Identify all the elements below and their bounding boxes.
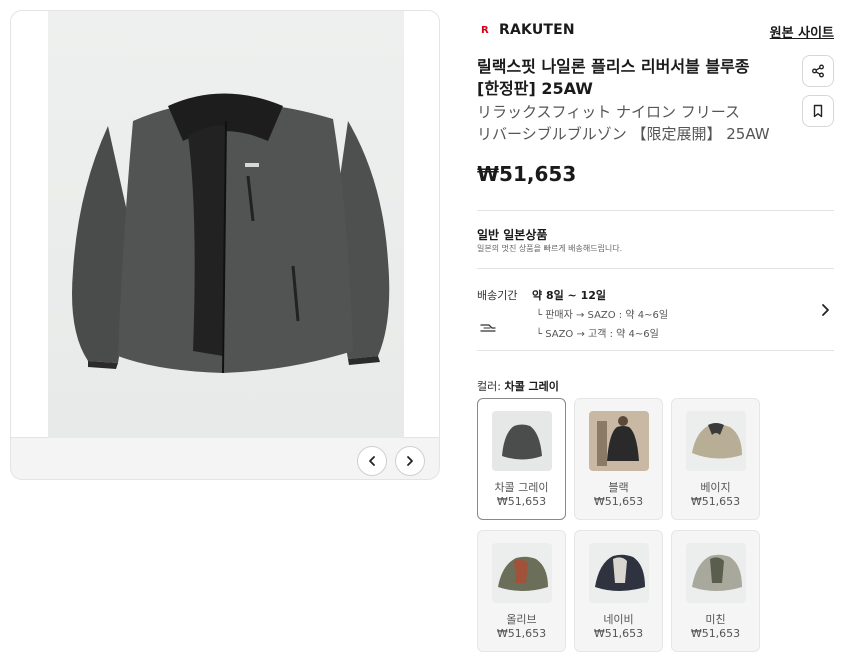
color-option-beige[interactable]: 베이지 ₩51,653 [671,398,760,520]
color-option-name: 네이비 [603,613,634,626]
divider [477,268,834,269]
product-title: 릴랙스핏 나일론 플리스 리버서블 블루종 [한정판] 25AW [477,56,777,100]
chevron-left-icon [369,456,375,466]
color-thumbnail [589,411,649,471]
share-button[interactable] [802,55,834,87]
shipping-route-customer: └ SAZO → 고객 : 약 4~6일 [536,329,659,340]
color-option-black[interactable]: 블랙 ₩51,653 [574,398,663,520]
product-title-line: 릴랙스핏 나일론 플리스 리버서블 블루종 [477,57,750,76]
product-title-line: [한정판] 25AW [477,79,593,98]
color-option-name: 블랙 [608,481,629,494]
gallery-next-button[interactable] [395,446,425,476]
delivery-truck-icon [480,324,496,332]
shipping-label: 배송기간 [477,289,518,302]
color-label-prefix: 컬러: [477,380,505,393]
product-image-gallery [10,10,440,480]
jacket-illustration [72,93,390,374]
color-option-price: ₩51,653 [496,627,547,640]
shipping-detail-chevron-icon[interactable] [818,303,832,317]
product-price: ₩51,653 [477,162,577,186]
color-option-price: ₩51,653 [593,495,644,508]
color-option-name: 미친 [705,613,726,626]
color-option-price: ₩51,653 [690,627,741,640]
brand-row: R RAKUTEN 원본 사이트 [477,20,834,42]
color-option-price: ₩51,653 [593,627,644,640]
divider [477,350,834,351]
chevron-right-icon [407,456,413,466]
divider [477,210,834,211]
color-option-name: 올리브 [506,613,537,626]
shipping-route-seller: └ 판매자 → SAZO : 약 4~6일 [536,310,669,321]
color-option-name: 차콜 그레이 [494,481,549,494]
shipping-duration: 약 8일 ~ 12일 [532,289,607,302]
jacket-photo-backdrop [48,11,404,438]
gallery-prev-button[interactable] [357,446,387,476]
product-original-title: リラックスフィット ナイロン フリース リバーシブルブルゾン 【限定展開】 25… [477,101,787,145]
product-type-description: 일본의 멋진 상품을 빠르게 배송해드립니다. [477,244,623,253]
product-type-title: 일반 일본상품 [477,228,548,242]
color-option-mint[interactable]: 미친 ₩51,653 [671,530,760,652]
color-thumbnail [492,543,552,603]
product-main-photo[interactable] [11,11,439,438]
rakuten-logo-icon: R [481,25,489,36]
original-title-line: リバーシブルブルゾン 【限定展開】 25AW [477,125,770,143]
color-option-price: ₩51,653 [690,495,741,508]
selected-color-name: 차콜 그레이 [504,380,559,393]
original-title-line: リラックスフィット ナイロン フリース [477,103,741,121]
color-option-name: 베이지 [700,481,731,494]
origin-site-link[interactable]: 원본 사이트 [770,22,834,41]
color-option-charcoal-gray[interactable]: 차콜 그레이 ₩51,653 [477,398,566,520]
color-option-navy[interactable]: 네이비 ₩51,653 [574,530,663,652]
color-option-price: ₩51,653 [496,495,547,508]
color-thumbnail [492,411,552,471]
share-icon [812,64,824,78]
bookmark-button[interactable] [802,95,834,127]
color-thumbnail [686,543,746,603]
product-info-panel: R RAKUTEN 원본 사이트 릴랙스핏 나일론 플리스 리버서블 블루종 [… [477,0,837,661]
color-thumbnail [589,543,649,603]
brand-name[interactable]: RAKUTEN [499,22,575,38]
color-label: 컬러: 차콜 그레이 [477,378,559,394]
color-thumbnail [686,411,746,471]
color-option-olive[interactable]: 올리브 ₩51,653 [477,530,566,652]
bookmark-icon [813,104,823,118]
